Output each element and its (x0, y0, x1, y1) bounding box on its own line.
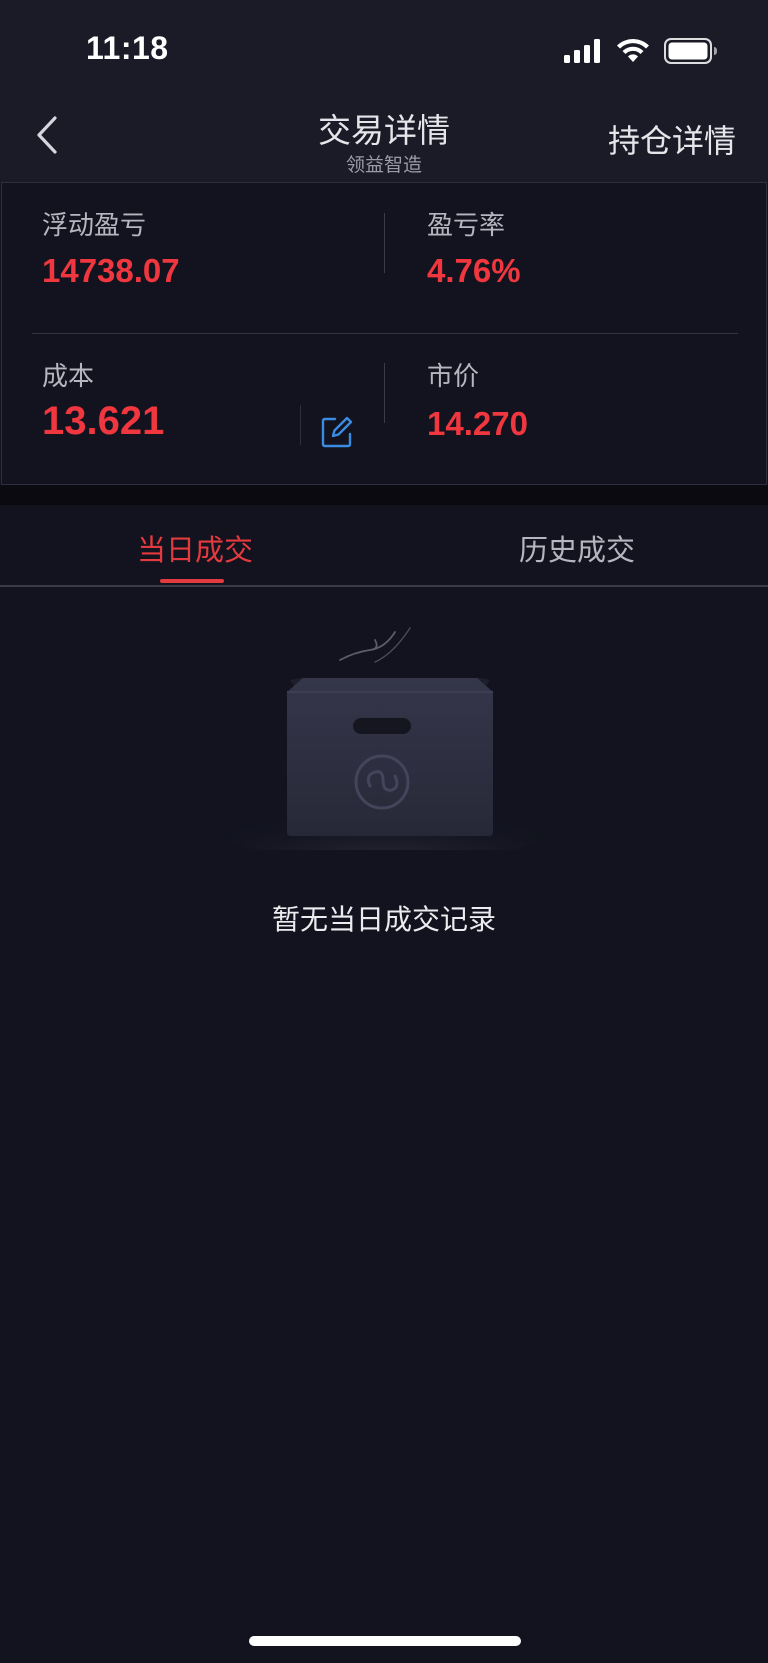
tab-today-trades[interactable]: 当日成交 (137, 527, 253, 569)
home-indicator[interactable] (249, 1636, 521, 1646)
battery-icon (664, 38, 717, 64)
cost-value: 13.621 (42, 399, 165, 443)
divider-vertical (384, 363, 385, 423)
floating-pl-label: 浮动盈亏 (42, 211, 147, 241)
active-tab-indicator (160, 579, 224, 583)
cost-cell: 成本 13.621 (42, 356, 164, 444)
edit-icon (321, 416, 353, 448)
market-price-label: 市价 (427, 362, 480, 392)
section-gap (0, 485, 768, 505)
status-icons (564, 36, 718, 66)
empty-box-icon (195, 610, 575, 865)
divider-vertical (384, 213, 385, 273)
position-detail-button[interactable]: 持仓详情 (608, 116, 736, 162)
pl-rate-label: 盈亏率 (427, 211, 506, 241)
market-price-value: 14.270 (427, 405, 528, 442)
market-price-cell: 市价 14.270 (427, 356, 528, 443)
summary-card: 浮动盈亏 14738.07 盈亏率 4.76% 成本 13.621 市价 14.… (1, 182, 767, 485)
wifi-icon (617, 39, 649, 62)
pl-rate-cell: 盈亏率 4.76% (427, 205, 521, 290)
status-time: 11:18 (86, 30, 169, 66)
empty-state-message: 暂无当日成交记录 (271, 903, 496, 936)
cellular-signal-icon (564, 39, 600, 63)
pl-rate-value: 4.76% (427, 252, 521, 289)
divider-horizontal (32, 333, 738, 334)
cost-label: 成本 (42, 362, 95, 392)
status-bar: 11:18 (0, 0, 768, 96)
nav-bar: 交易详情 领益智造 持仓详情 (0, 96, 768, 182)
edit-cost-button[interactable] (320, 415, 354, 449)
divider-vertical (300, 405, 301, 445)
floating-pl-value: 14738.07 (42, 252, 180, 289)
tab-history-trades[interactable]: 历史成交 (519, 527, 635, 569)
floating-pl-cell: 浮动盈亏 14738.07 (42, 205, 180, 290)
tab-bar: 当日成交 历史成交 (0, 505, 768, 587)
